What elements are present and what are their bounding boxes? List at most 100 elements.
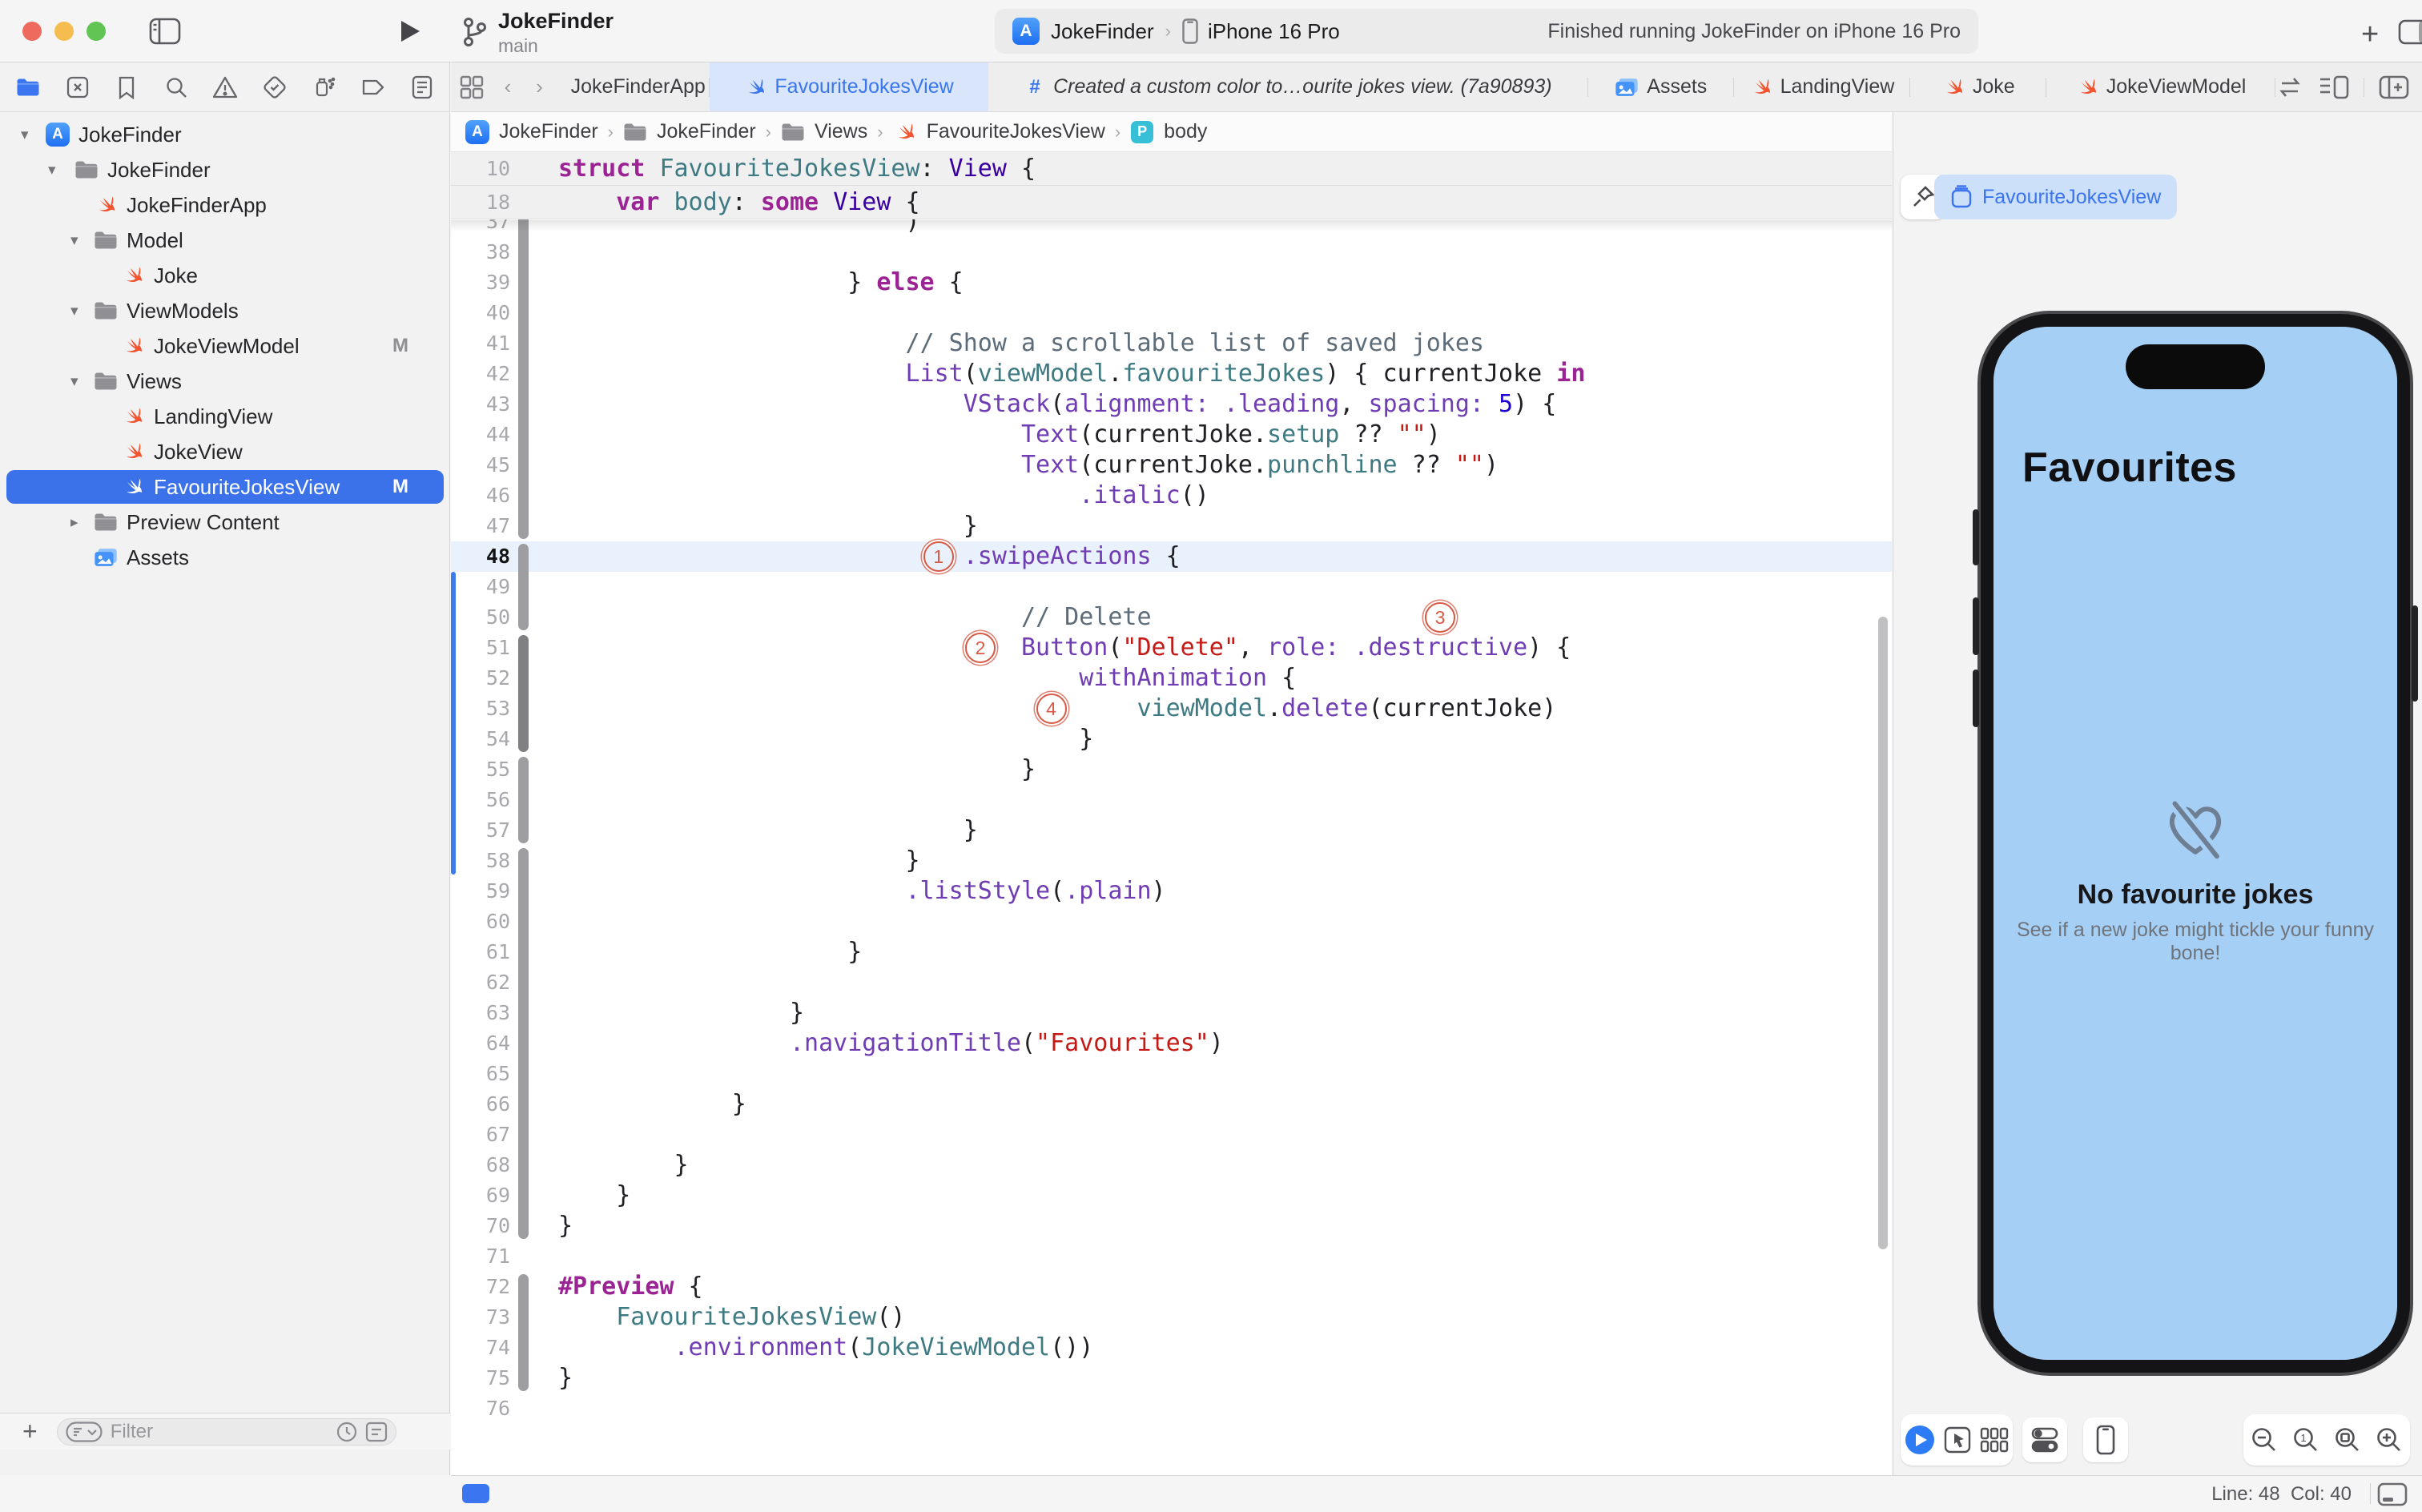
code-line-54[interactable]: 54 } bbox=[451, 724, 1892, 754]
sidebar-item-viewmodels[interactable]: ▾ViewModels bbox=[0, 293, 450, 328]
code-line-40[interactable]: 40 bbox=[451, 298, 1892, 328]
project-navigator-icon[interactable] bbox=[14, 74, 42, 101]
disclosure-down-icon[interactable]: ▾ bbox=[70, 231, 78, 250]
code-line-57[interactable]: 57 } bbox=[451, 815, 1892, 846]
breadcrumb-item[interactable]: Views bbox=[815, 120, 867, 143]
code-line-46[interactable]: 46 .italic() bbox=[451, 481, 1892, 511]
sidebar-toggle-icon[interactable] bbox=[149, 18, 181, 45]
scheme-selector[interactable]: A JokeFinder › iPhone 16 Pro Finished ru… bbox=[995, 9, 1978, 54]
run-button[interactable] bbox=[396, 18, 423, 45]
recent-filter-icon[interactable] bbox=[336, 1422, 357, 1442]
tests-icon[interactable] bbox=[261, 74, 288, 101]
code-line-59[interactable]: 59 .listStyle(.plain) bbox=[451, 876, 1892, 907]
device-button[interactable] bbox=[2083, 1418, 2128, 1462]
code-line-61[interactable]: 61 } bbox=[451, 937, 1892, 967]
line-column-indicator[interactable]: Line: 48 Col: 40 bbox=[2211, 1483, 2352, 1506]
filter-field[interactable]: Filter bbox=[57, 1418, 396, 1446]
code-line-10[interactable]: 10struct FavouriteJokesView: View { bbox=[451, 152, 1892, 186]
tab-jokefinderapp[interactable]: JokeFinderApp bbox=[566, 62, 710, 111]
editor-status-indicator[interactable] bbox=[462, 1484, 489, 1503]
code-line-44[interactable]: 44 Text(currentJoke.setup ?? "") bbox=[451, 420, 1892, 450]
window-close-button[interactable] bbox=[22, 22, 42, 41]
go-back-icon[interactable]: ‹ bbox=[492, 62, 523, 111]
code-line-69[interactable]: 69 } bbox=[451, 1180, 1892, 1211]
sidebar-item-jokeviewmodel[interactable]: JokeViewModelM bbox=[0, 328, 450, 364]
tab-landingview[interactable]: LandingView bbox=[1734, 62, 1911, 111]
code-line-39[interactable]: 39 } else { bbox=[451, 267, 1892, 298]
code-line-43[interactable]: 43 VStack(alignment: .leading, spacing: … bbox=[451, 389, 1892, 420]
code-line-66[interactable]: 66 } bbox=[451, 1089, 1892, 1120]
code-line-60[interactable]: 60 bbox=[451, 907, 1892, 937]
disclosure-down-icon[interactable]: ▾ bbox=[70, 372, 78, 391]
tab-favouritejokesview[interactable]: FavouriteJokesView bbox=[710, 62, 988, 111]
sidebar-item-jokefinderapp[interactable]: JokeFinderApp bbox=[0, 187, 450, 223]
source-editor[interactable]: 37 )3839 } else {4041 // Show a scrollab… bbox=[451, 152, 1892, 1475]
code-line-49[interactable]: 49 bbox=[451, 572, 1892, 602]
sidebar-item-jokefinder[interactable]: ▾JokeFinder bbox=[0, 152, 450, 187]
code-line-67[interactable]: 67 bbox=[451, 1120, 1892, 1150]
scheme-device-name[interactable]: iPhone 16 Pro bbox=[1208, 19, 1340, 44]
editor-scrollbar[interactable] bbox=[1878, 617, 1888, 1249]
code-line-64[interactable]: 64 .navigationTitle("Favourites") bbox=[451, 1028, 1892, 1059]
code-line-52[interactable]: 52 withAnimation { bbox=[451, 663, 1892, 694]
window-minimize-button[interactable] bbox=[54, 22, 74, 41]
device-settings-button[interactable] bbox=[2022, 1418, 2067, 1462]
debug-icon[interactable] bbox=[310, 74, 337, 101]
sidebar-item-jokefinder[interactable]: ▾AJokeFinder bbox=[0, 117, 450, 152]
selectable-icon[interactable] bbox=[1943, 1426, 1972, 1454]
code-line-47[interactable]: 47 } bbox=[451, 511, 1892, 541]
add-editor-icon[interactable] bbox=[2379, 75, 2409, 99]
code-line-71[interactable]: 71 bbox=[451, 1241, 1892, 1272]
code-line-68[interactable]: 68 } bbox=[451, 1150, 1892, 1180]
code-line-75[interactable]: 75} bbox=[451, 1363, 1892, 1393]
disclosure-right-icon[interactable]: ▸ bbox=[70, 513, 78, 532]
tab-joke[interactable]: Joke bbox=[1910, 62, 2046, 111]
code-line-62[interactable]: 62 bbox=[451, 967, 1892, 998]
code-line-55[interactable]: 55 } bbox=[451, 754, 1892, 785]
sidebar-item-model[interactable]: ▾Model bbox=[0, 223, 450, 258]
code-line-45[interactable]: 45 Text(currentJoke.punchline ?? "") bbox=[451, 450, 1892, 481]
breadcrumb-item[interactable]: JokeFinder bbox=[657, 120, 756, 143]
swap-icon[interactable] bbox=[2275, 75, 2304, 99]
zoom-fit-icon[interactable] bbox=[2333, 1426, 2362, 1454]
sidebar-item-favouritejokesview[interactable]: FavouriteJokesViewM bbox=[0, 469, 450, 505]
zoom-out-icon[interactable] bbox=[2250, 1426, 2279, 1454]
breadcrumb-item[interactable]: body bbox=[1164, 120, 1207, 143]
right-panel-toggle-icon[interactable] bbox=[2398, 19, 2422, 45]
sidebar-item-views[interactable]: ▾Views bbox=[0, 364, 450, 399]
disclosure-down-icon[interactable]: ▾ bbox=[21, 126, 29, 144]
live-preview-icon[interactable] bbox=[1904, 1424, 1936, 1456]
breakpoints-icon[interactable] bbox=[360, 74, 387, 101]
find-icon[interactable] bbox=[163, 74, 190, 101]
add-tab-button[interactable]: + bbox=[2361, 18, 2379, 52]
code-line-42[interactable]: 42 List(viewModel.favouriteJokes) { curr… bbox=[451, 359, 1892, 389]
disclosure-down-icon[interactable]: ▾ bbox=[70, 302, 78, 320]
tab-overview-icon[interactable] bbox=[451, 62, 492, 111]
variants-icon[interactable] bbox=[1979, 1426, 2010, 1454]
code-line-73[interactable]: 73 FavouriteJokesView() bbox=[451, 1302, 1892, 1333]
tab-commit[interactable]: #Created a custom color to…ourite jokes … bbox=[988, 62, 1588, 111]
scheme-app-name[interactable]: JokeFinder bbox=[1051, 19, 1154, 44]
code-line-50[interactable]: 50 // Delete3 bbox=[451, 602, 1892, 633]
code-line-72[interactable]: 72#Preview { bbox=[451, 1272, 1892, 1302]
source-control-icon[interactable] bbox=[64, 74, 91, 101]
code-line-38[interactable]: 38 bbox=[451, 237, 1892, 267]
code-line-41[interactable]: 41 // Show a scrollable list of saved jo… bbox=[451, 328, 1892, 359]
zoom-in-icon[interactable] bbox=[2375, 1426, 2404, 1454]
preview-target-chip[interactable]: FavouriteJokesView bbox=[1934, 175, 2177, 219]
code-line-63[interactable]: 63 } bbox=[451, 998, 1892, 1028]
breadcrumb-item[interactable]: FavouriteJokesView bbox=[927, 120, 1105, 143]
code-line-58[interactable]: 58 } bbox=[451, 846, 1892, 876]
issues-icon[interactable] bbox=[211, 74, 239, 101]
sidebar-item-preview-content[interactable]: ▸Preview Content bbox=[0, 505, 450, 540]
add-file-button[interactable]: + bbox=[22, 1417, 38, 1446]
code-line-70[interactable]: 70} bbox=[451, 1211, 1892, 1241]
sidebar-item-jokeview[interactable]: JokeView bbox=[0, 434, 450, 469]
editor-layout-icon[interactable] bbox=[2319, 75, 2349, 99]
code-line-74[interactable]: 74 .environment(JokeViewModel()) bbox=[451, 1333, 1892, 1363]
bookmarks-icon[interactable] bbox=[113, 74, 140, 101]
code-line-48[interactable]: 48 .swipeActions {1 bbox=[451, 541, 1892, 572]
code-line-76[interactable]: 76 bbox=[451, 1393, 1892, 1424]
zoom-100-icon[interactable]: 1 bbox=[2291, 1426, 2320, 1454]
sidebar-item-assets[interactable]: Assets bbox=[0, 540, 450, 575]
